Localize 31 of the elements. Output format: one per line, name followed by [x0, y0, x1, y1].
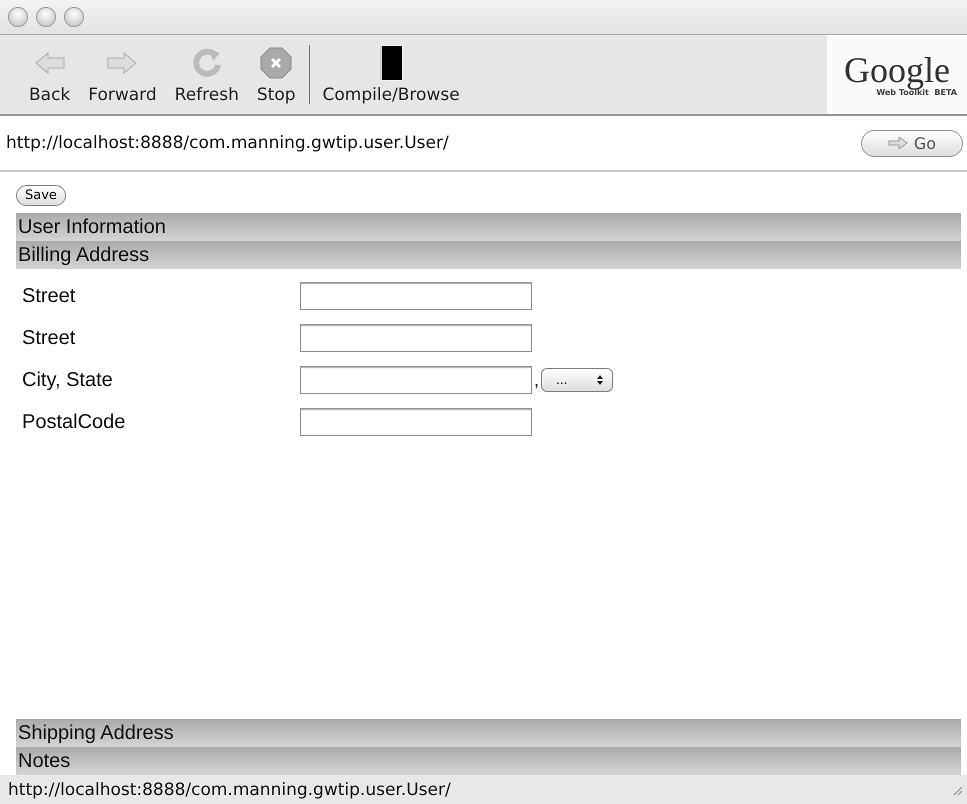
window-control-icon[interactable]: [36, 7, 56, 27]
state-dropdown[interactable]: ...: [541, 368, 614, 392]
input-field[interactable]: [300, 282, 532, 310]
toolbar-button[interactable]: Compile/Browse: [314, 35, 469, 114]
stop-icon: [258, 44, 294, 80]
window-control-icon[interactable]: [64, 7, 84, 27]
field-label: Street: [22, 284, 76, 308]
go-button[interactable]: Go: [861, 130, 963, 156]
toolbar-button[interactable]: Forward: [79, 35, 166, 114]
status-text: http://localhost:8888/com.manning.gwtip.user.User/: [8, 780, 451, 800]
forward-arrow-icon: [888, 137, 908, 149]
input-field[interactable]: [300, 324, 532, 352]
toolbar-button[interactable]: Stop: [248, 35, 305, 114]
section-header[interactable]: Shipping Address: [16, 719, 961, 747]
save-button[interactable]: Save: [16, 185, 66, 206]
field-label: City, State: [22, 368, 114, 392]
section-header[interactable]: Billing Address: [16, 241, 961, 269]
section-header[interactable]: Notes: [16, 747, 961, 775]
input-field[interactable]: [300, 408, 532, 436]
window-control-icon[interactable]: [8, 7, 28, 27]
field-label: Street: [22, 326, 76, 350]
section-header[interactable]: User Information: [16, 213, 961, 241]
toolbar-button[interactable]: Refresh: [166, 35, 248, 114]
logo: Google Web Toolkit BETA: [827, 35, 967, 114]
stepper-arrows-icon: [596, 374, 604, 386]
separator: ,: [534, 370, 540, 390]
resize-grip-icon[interactable]: [951, 784, 963, 796]
toolbar-button[interactable]: Back: [20, 35, 80, 114]
address-field[interactable]: http://localhost:8888/com.manning.gwtip.user.User/: [4, 132, 861, 154]
field-label: PostalCode: [22, 410, 126, 434]
input-field[interactable]: [300, 366, 532, 394]
